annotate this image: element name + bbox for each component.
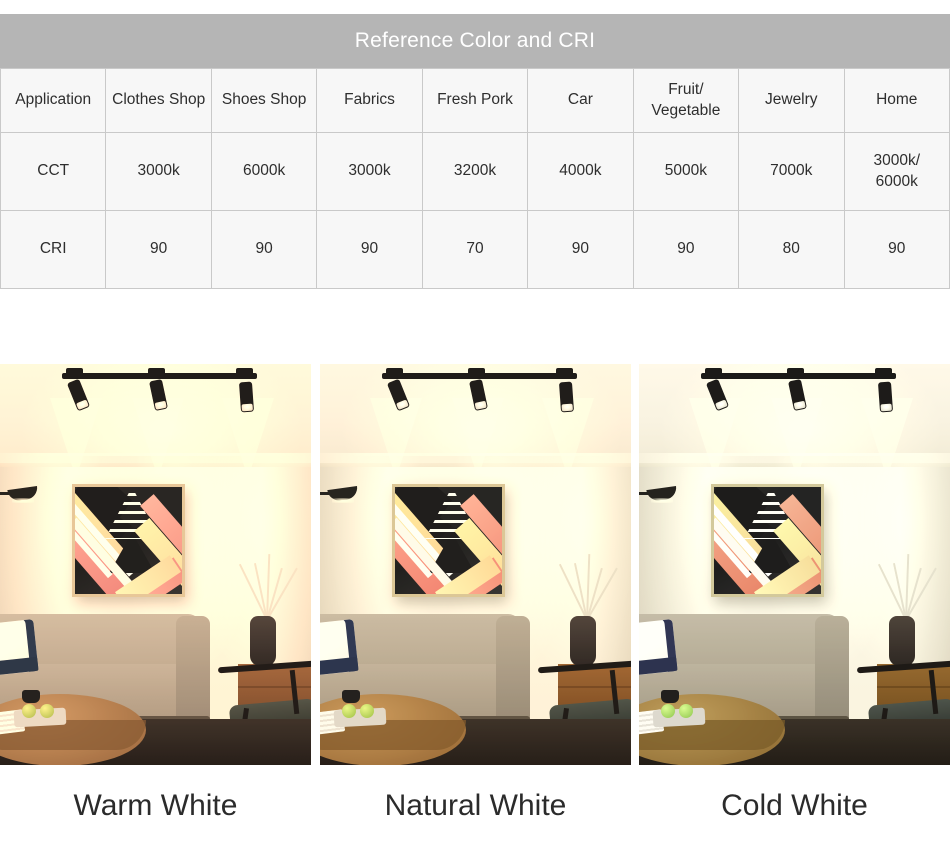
apple xyxy=(679,704,693,718)
cell-application-jewelry: Jewelry xyxy=(738,68,845,133)
cell-application-fruit-vegetable: Fruit/ Vegetable xyxy=(632,68,740,133)
cell-cct-fabrics: 3000k xyxy=(316,132,423,211)
light-beam xyxy=(689,398,741,478)
apple xyxy=(661,704,675,718)
lighting-comparison-gallery xyxy=(0,364,950,765)
page-title: Reference Color and CRI xyxy=(354,29,596,52)
cell-cri-shoes-shop: 90 xyxy=(210,210,318,289)
row-label-application: Application xyxy=(0,68,107,133)
cell-application-car: Car xyxy=(527,68,634,133)
cell-cri-car: 90 xyxy=(527,210,634,289)
room-scene-illustration xyxy=(0,364,311,765)
comparison-photo-warm-white xyxy=(0,364,311,765)
comparison-photo-cold-white xyxy=(639,364,950,765)
light-beam xyxy=(370,398,422,478)
reference-table-section: Reference Color and CRI Application Clot… xyxy=(0,14,950,289)
mug xyxy=(22,690,40,703)
reference-color-cri-table: Application Clothes Shop Shoes Shop Fabr… xyxy=(0,68,950,289)
cell-application-home: Home xyxy=(843,68,950,133)
section-title-bar: Reference Color and CRI xyxy=(0,14,950,68)
wall-artwork xyxy=(72,484,185,597)
table-row-cri: CRI 90 90 90 70 90 90 80 90 xyxy=(0,210,950,289)
cell-application-clothes-shop: Clothes Shop xyxy=(105,68,212,133)
cell-application-shoes-shop: Shoes Shop xyxy=(210,68,318,133)
dried-branches xyxy=(236,550,298,621)
apple xyxy=(40,704,54,718)
track-spotlight-icon xyxy=(558,381,575,413)
table-row-cct: CCT 3000k 6000k 3000k 3200k 4000k 5000k … xyxy=(0,132,950,211)
wall-artwork xyxy=(392,484,505,597)
row-label-cri: CRI xyxy=(0,210,107,289)
track-spotlight-icon xyxy=(238,381,255,413)
caption-cold-white: Cold White xyxy=(721,789,868,822)
caption-warm-white: Warm White xyxy=(73,789,238,822)
cell-cri-fruit-vegetable: 90 xyxy=(632,210,740,289)
cell-cct-fresh-pork: 3200k xyxy=(421,132,529,211)
track-spotlight-icon xyxy=(877,381,894,413)
cell-cri-fresh-pork: 70 xyxy=(421,210,529,289)
cell-cct-clothes-shop: 3000k xyxy=(105,132,212,211)
cell-application-fresh-pork: Fresh Pork xyxy=(421,68,529,133)
caption-natural-white: Natural White xyxy=(384,789,567,822)
cell-cct-shoes-shop: 6000k xyxy=(210,132,318,211)
cell-cct-home: 3000k/ 6000k xyxy=(843,132,950,211)
mug xyxy=(342,690,360,703)
cell-application-fabrics: Fabrics xyxy=(316,68,423,133)
light-beam xyxy=(50,398,102,478)
cell-cri-home: 90 xyxy=(843,210,950,289)
room-scene-illustration xyxy=(639,364,950,765)
table-row-application: Application Clothes Shop Shoes Shop Fabr… xyxy=(0,68,950,133)
panel-captions: Warm White Natural White Cold White xyxy=(0,770,950,842)
cell-cri-jewelry: 80 xyxy=(738,210,845,289)
comparison-photo-natural-white xyxy=(320,364,631,765)
apple xyxy=(22,704,36,718)
row-label-cct: CCT xyxy=(0,132,107,211)
cell-cct-fruit-vegetable: 5000k xyxy=(632,132,740,211)
apple xyxy=(342,704,356,718)
wall-artwork xyxy=(711,484,824,597)
dried-branches xyxy=(875,550,937,621)
page-root: Reference Color and CRI Application Clot… xyxy=(0,0,950,852)
cell-cri-fabrics: 90 xyxy=(316,210,423,289)
mug xyxy=(661,690,679,703)
cell-cct-jewelry: 7000k xyxy=(738,132,845,211)
cell-cri-clothes-shop: 90 xyxy=(105,210,212,289)
dried-branches xyxy=(556,550,618,621)
apple xyxy=(360,704,374,718)
room-scene-illustration xyxy=(320,364,631,765)
cell-cct-car: 4000k xyxy=(527,132,634,211)
